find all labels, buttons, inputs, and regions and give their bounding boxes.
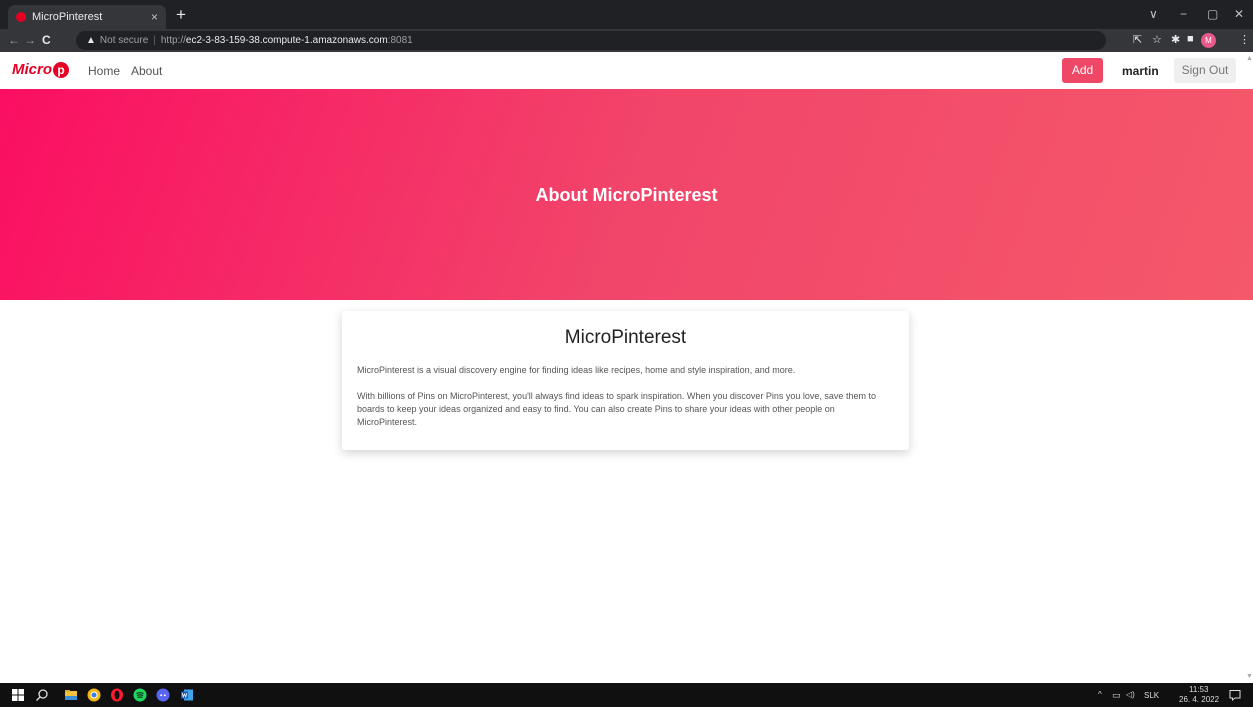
menu-kebab-icon[interactable]: ⋮ — [1239, 33, 1250, 46]
reload-button[interactable]: C — [42, 33, 51, 47]
share-icon[interactable]: ⇱ — [1133, 33, 1142, 46]
url-port: :8081 — [387, 35, 413, 46]
tray-chevron-icon[interactable]: ^ — [1098, 690, 1102, 699]
card-paragraph: With billions of Pins on MicroPinterest,… — [357, 391, 876, 427]
hero-title: About MicroPinterest — [535, 185, 718, 205]
url-separator: | — [153, 35, 156, 46]
sidepanel-icon[interactable]: ■ — [1187, 33, 1194, 45]
notifications-icon[interactable] — [1228, 688, 1242, 702]
windows-start-icon[interactable] — [11, 688, 25, 702]
site-navbar: Micro p Home About Add martin Sign Out — [0, 52, 1253, 89]
clock-date[interactable]: 26. 4. 2022 — [1179, 695, 1219, 704]
new-tab-button[interactable]: + — [176, 6, 186, 23]
nav-link-home[interactable]: Home — [88, 64, 120, 78]
minimize-button[interactable]: − — [1180, 7, 1187, 21]
chrome-icon[interactable] — [87, 688, 101, 702]
add-button[interactable]: Add — [1062, 58, 1103, 83]
clock-time[interactable]: 11:53 — [1189, 685, 1208, 694]
logo-text: Micro — [12, 61, 53, 78]
file-explorer-icon[interactable] — [64, 688, 78, 702]
opera-icon[interactable] — [110, 688, 124, 702]
favicon-icon — [16, 12, 26, 22]
volume-icon[interactable]: ◁) — [1126, 690, 1135, 699]
card-title: MicroPinterest — [564, 327, 687, 348]
warning-icon[interactable]: ▲ — [86, 35, 96, 46]
word-icon[interactable] — [180, 688, 194, 702]
url-host: ec2-3-83-159-38.compute-1.amazonaws.com — [185, 35, 388, 46]
back-button[interactable]: ← — [8, 33, 20, 47]
browser-toolbar: ← → C ▲ Not secure | http:// ec2-3-83-15… — [0, 29, 1253, 52]
pinterest-logo-icon: p — [53, 61, 70, 78]
spotify-icon[interactable] — [133, 688, 147, 702]
puzzle-icon[interactable]: ✱ — [1171, 33, 1180, 46]
browser-tab[interactable]: MicroPinterest × — [8, 5, 166, 29]
address-bar[interactable]: ▲ Not secure | http:// ec2-3-83-159-38.c… — [76, 31, 1106, 50]
language-indicator[interactable]: SLK — [1144, 691, 1159, 700]
star-icon[interactable]: ☆ — [1152, 33, 1162, 46]
url-scheme: http:// — [160, 35, 186, 46]
browser-tab-bar: MicroPinterest × + ∨ − ▢ ✕ — [0, 0, 1253, 29]
search-icon[interactable] — [35, 688, 49, 702]
card-paragraph: MicroPinterest is a visual discovery eng… — [357, 365, 796, 375]
tab-title: MicroPinterest — [32, 11, 103, 23]
site-logo[interactable]: Micro p — [12, 61, 70, 78]
forward-button[interactable]: → — [24, 33, 36, 47]
sign-out-button[interactable]: Sign Out — [1174, 58, 1236, 83]
scroll-up-arrow[interactable]: ▲ — [1246, 55, 1253, 62]
network-icon[interactable]: ▭ — [1112, 690, 1121, 701]
tab-close-icon[interactable]: × — [151, 10, 158, 24]
profile-avatar[interactable]: M — [1201, 33, 1216, 48]
scroll-down-arrow[interactable]: ▼ — [1246, 673, 1253, 680]
windows-taskbar: ^ ▭ ◁) SLK 11:53 26. 4. 2022 — [0, 683, 1253, 707]
close-window-button[interactable]: ✕ — [1234, 7, 1244, 21]
not-secure-label[interactable]: Not secure — [100, 35, 148, 46]
maximize-button[interactable]: ▢ — [1207, 7, 1218, 21]
tab-search-icon[interactable]: ∨ — [1149, 7, 1158, 21]
discord-icon[interactable] — [156, 688, 170, 702]
about-card: MicroPinterest MicroPinterest is a visua… — [342, 311, 909, 450]
username[interactable]: martin — [1122, 64, 1159, 78]
nav-link-about[interactable]: About — [131, 64, 162, 78]
